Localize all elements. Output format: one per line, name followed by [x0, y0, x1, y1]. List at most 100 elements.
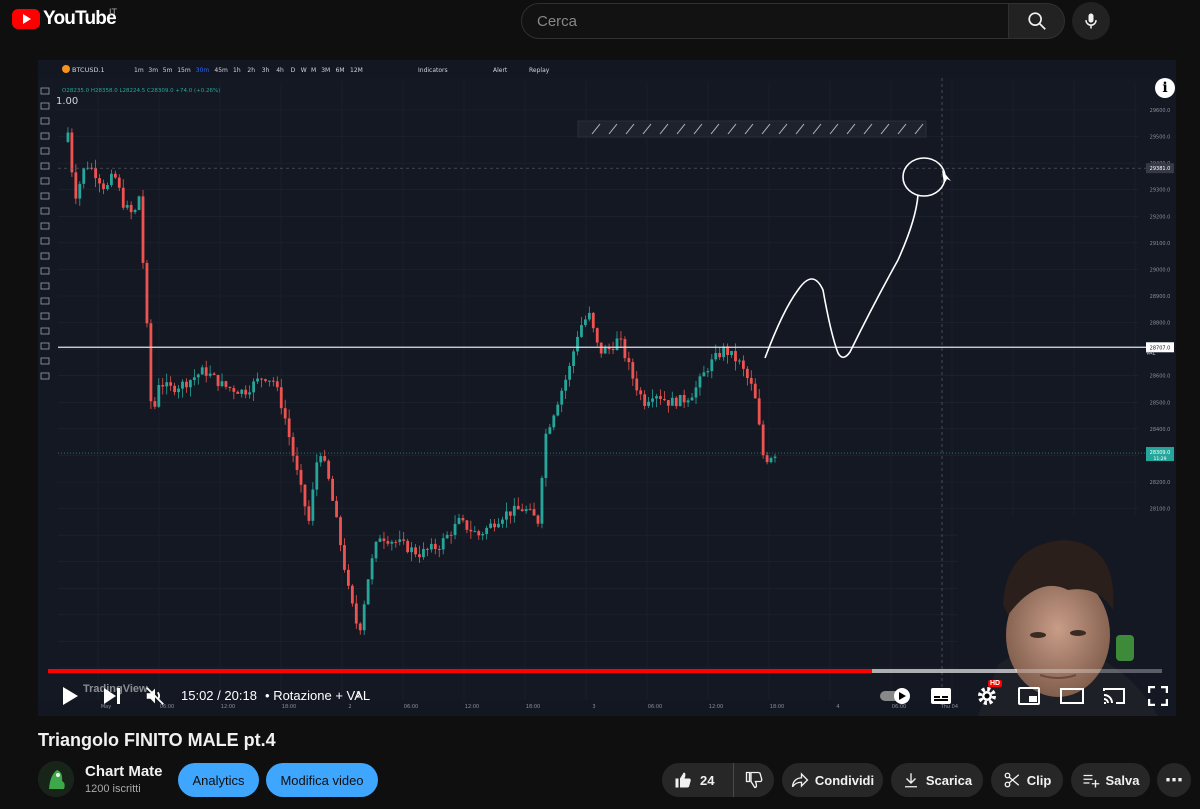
next-button[interactable]: [100, 684, 124, 708]
fullscreen-button[interactable]: [1146, 684, 1170, 708]
candle-body: [224, 381, 228, 387]
candle-body: [98, 178, 101, 184]
price-tick: 28800.0: [1150, 321, 1171, 327]
info-icon[interactable]: i: [1155, 78, 1175, 98]
channel-name[interactable]: Chart Mate: [85, 763, 163, 780]
candle-body: [185, 381, 188, 388]
play-button[interactable]: [58, 684, 82, 708]
video-frame[interactable]: BTCUSD.1 1m 3m 5m 15m 30m 45m 1h 2h 3h 4h D W M 3M 6M 12…: [38, 60, 1176, 716]
chapter-title[interactable]: • Rotazione + VAL: [265, 688, 370, 703]
time-display: 15:02 / 20:18: [181, 688, 257, 703]
analytics-button[interactable]: Analytics: [178, 763, 259, 797]
video-player[interactable]: BTCUSD.1 1m 3m 5m 15m 30m 45m 1h 2h 3h 4h D W M 3M 6M 12…: [38, 60, 1176, 716]
download-button[interactable]: Scarica: [891, 763, 983, 797]
candle-body: [153, 401, 157, 407]
microphone-icon: [1085, 13, 1097, 29]
candle-body: [212, 373, 216, 375]
candle-body: [366, 579, 370, 605]
chapter-bullet: •: [265, 688, 270, 703]
candle-body: [757, 398, 761, 425]
candle-body: [350, 585, 354, 604]
candle-body: [560, 390, 564, 405]
candle-body: [117, 177, 121, 188]
alert-label: Alert: [493, 67, 508, 74]
next-icon: [104, 688, 120, 704]
candle-body: [457, 517, 461, 524]
share-button[interactable]: Condividi: [782, 763, 883, 797]
candle-body: [639, 390, 643, 395]
youtube-logo[interactable]: YouTube IT: [12, 7, 117, 30]
more-actions-button[interactable]: ⋯: [1157, 763, 1191, 797]
candle-body: [204, 367, 208, 376]
candle-body: [279, 387, 283, 409]
timeframe-1h: 1h: [233, 67, 241, 74]
cast-button[interactable]: [1101, 684, 1127, 708]
edit-video-button[interactable]: Modifica video: [266, 763, 378, 797]
candle-body: [619, 338, 623, 340]
candle-body: [248, 392, 252, 395]
candle-body: [192, 377, 196, 381]
candle-body: [358, 623, 362, 631]
candle-body: [378, 538, 382, 542]
thumbs-up-icon: [675, 772, 691, 788]
candle-body: [370, 558, 374, 580]
timeframe-12M: 12M: [350, 67, 363, 74]
val-label: VAL: [1146, 350, 1156, 356]
candle-body: [524, 509, 528, 512]
timeframe-3M: 3M: [321, 67, 330, 74]
candle-body: [149, 323, 153, 402]
miniplayer-button[interactable]: [1016, 684, 1042, 708]
voice-search-button[interactable]: [1072, 2, 1110, 40]
price-tick: 28600.0: [1150, 374, 1171, 380]
like-count: 24: [700, 772, 715, 788]
candle-body: [501, 519, 504, 524]
price-tick: 28400.0: [1150, 427, 1171, 433]
candle-body: [398, 539, 402, 542]
dislike-button[interactable]: [734, 763, 774, 797]
channel-avatar[interactable]: [38, 761, 74, 797]
price-tick: 29500.0: [1150, 135, 1171, 141]
save-button[interactable]: Salva: [1071, 763, 1150, 797]
candle-body: [678, 395, 682, 407]
search-input[interactable]: [522, 4, 1008, 38]
theater-mode-icon: [1060, 688, 1084, 704]
progress-bar[interactable]: [48, 669, 1162, 673]
settings-button[interactable]: HD: [973, 680, 1003, 710]
price-tick: 28100.0: [1150, 507, 1171, 513]
candle-body: [493, 523, 496, 528]
theater-mode-button[interactable]: [1059, 684, 1085, 708]
candle-body: [66, 132, 70, 142]
avatar-image: [38, 761, 74, 797]
candle-body: [508, 511, 512, 516]
candle-body: [232, 388, 236, 392]
price-tick: 28200.0: [1150, 480, 1171, 486]
autoplay-toggle[interactable]: [880, 686, 912, 706]
candle-body: [738, 360, 741, 362]
candle-body: [584, 319, 587, 326]
mute-button[interactable]: [142, 683, 168, 709]
candle-body: [208, 373, 212, 376]
search-button[interactable]: [1008, 3, 1065, 39]
player-controls: 15:02 / 20:18 • Rotazione + VAL › HD: [38, 678, 1176, 716]
save-label: Salva: [1105, 772, 1140, 788]
candle-body: [576, 336, 579, 352]
candle-body: [433, 543, 437, 549]
candle-body: [228, 386, 232, 389]
candle-body: [477, 531, 481, 536]
timeframe-W: W: [301, 67, 307, 74]
candle-body: [520, 509, 524, 512]
candle-body: [461, 517, 465, 521]
progress-played: [48, 669, 873, 673]
chevron-right-icon[interactable]: ›: [356, 685, 361, 701]
candle-body: [78, 183, 82, 199]
candle-body: [347, 569, 350, 586]
candle-body: [113, 173, 117, 178]
candle-body: [635, 378, 639, 391]
candle-body: [196, 374, 200, 378]
candle-body: [666, 400, 670, 406]
candle-body: [157, 385, 161, 407]
candle-body: [441, 538, 445, 550]
subtitles-button[interactable]: [928, 684, 954, 708]
clip-button[interactable]: Clip: [991, 763, 1063, 797]
like-button[interactable]: 24: [662, 763, 734, 797]
